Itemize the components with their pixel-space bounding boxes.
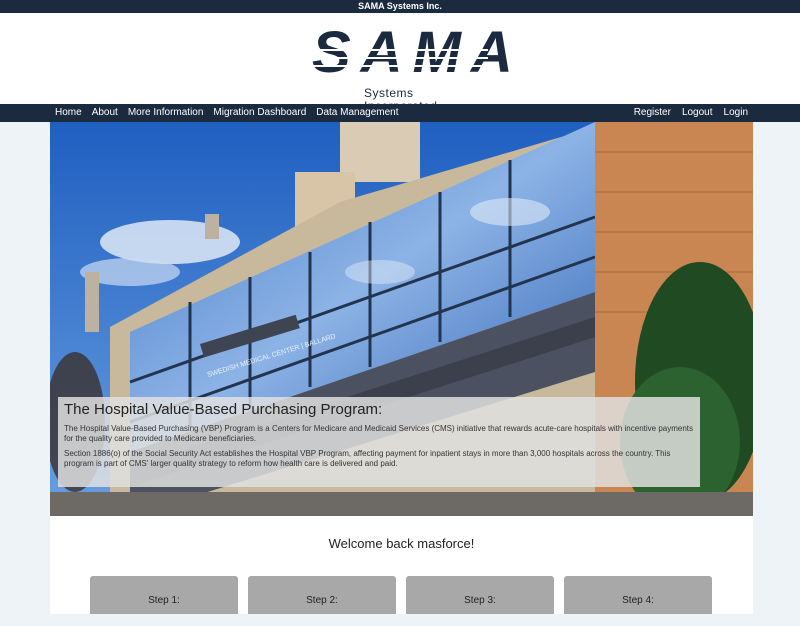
nav-logout[interactable]: Logout xyxy=(682,104,713,122)
vbp-caption-box: The Hospital Value-Based Purchasing Prog… xyxy=(58,397,700,487)
step-3-card[interactable]: Step 3: xyxy=(406,576,554,614)
step-2-card[interactable]: Step 2: xyxy=(248,576,396,614)
nav-migration-dashboard[interactable]: Migration Dashboard xyxy=(213,104,306,122)
site-title: SAMA Systems Inc. xyxy=(358,1,442,11)
nav-home[interactable]: Home xyxy=(55,104,82,122)
nav-more-information[interactable]: More Information xyxy=(128,104,204,122)
vbp-paragraph-2: Section 1886(o) of the Social Security A… xyxy=(64,449,671,468)
main-nav: Home About More Information Migration Da… xyxy=(0,104,800,122)
nav-about[interactable]: About xyxy=(92,104,118,122)
sama-logo[interactable]: SAMA Systems Incorporated xyxy=(312,23,513,114)
hero-banner: SWEDISH MEDICAL CENTER | BALLARD The Hos… xyxy=(50,122,753,516)
nav-login[interactable]: Login xyxy=(724,104,748,122)
site-top-bar: SAMA Systems Inc. xyxy=(0,0,800,13)
header: SAMA Systems Incorporated xyxy=(0,13,800,114)
nav-register[interactable]: Register xyxy=(634,104,671,122)
nav-data-management[interactable]: Data Management xyxy=(316,104,398,122)
steps-row: Step 1: Step 2: Step 3: Step 4: xyxy=(90,576,713,614)
step-4-card[interactable]: Step 4: xyxy=(564,576,712,614)
vbp-paragraph-1: The Hospital Value-Based Purchasing (VBP… xyxy=(64,424,694,443)
welcome-message: Welcome back masforce! xyxy=(328,536,475,551)
logo-stripes xyxy=(312,43,488,83)
main-content: SWEDISH MEDICAL CENTER | BALLARD The Hos… xyxy=(50,122,753,614)
step-1-card[interactable]: Step 1: xyxy=(90,576,238,614)
vbp-heading: The Hospital Value-Based Purchasing Prog… xyxy=(64,401,383,418)
